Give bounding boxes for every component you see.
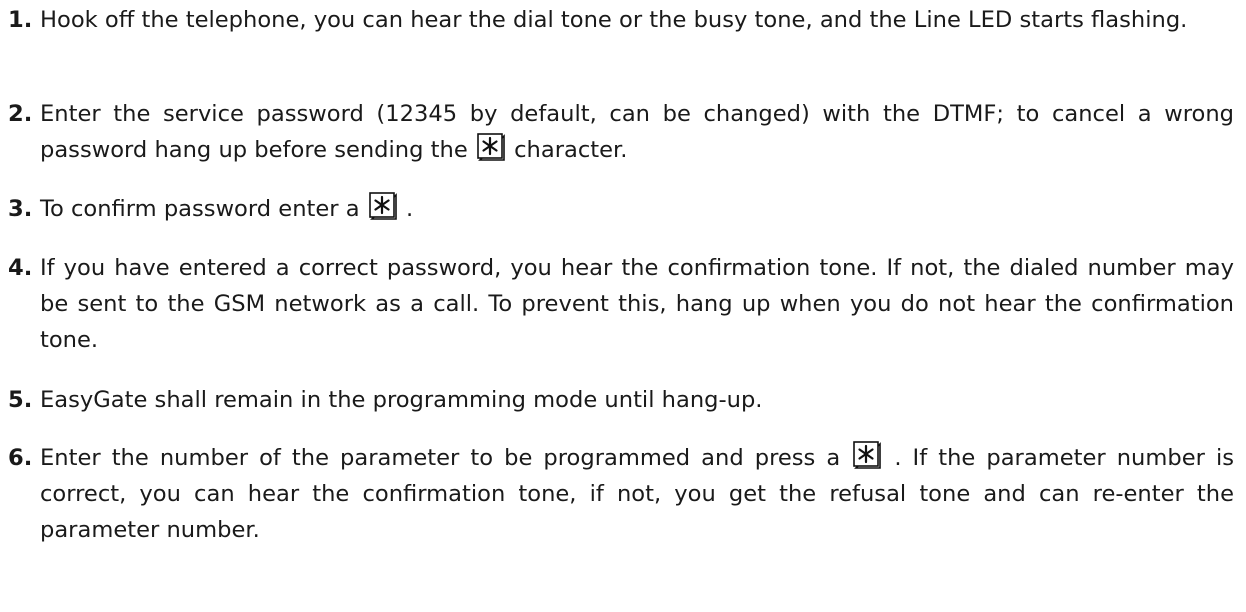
step-1: 1. Hook off the telephone, you can hear … xyxy=(8,2,1234,38)
step-text-part: . xyxy=(398,196,414,222)
step-6: 6. Enter the number of the parameter to … xyxy=(8,440,1234,548)
step-text-part: To confirm password enter a xyxy=(40,196,360,222)
star-key-icon xyxy=(477,133,505,161)
step-number: 5. xyxy=(8,387,33,413)
step-number: 4. xyxy=(8,255,33,281)
star-key-icon xyxy=(368,192,397,220)
step-text: Enter the service password (12345 by def… xyxy=(40,96,1234,168)
step-5: 5. EasyGate shall remain in the programm… xyxy=(8,382,1234,418)
step-text: Enter the number of the parameter to be … xyxy=(40,440,1234,548)
step-number: 1. xyxy=(8,7,33,33)
step-text-part: Enter the number of the parameter to be … xyxy=(40,445,841,471)
step-text: Hook off the telephone, you can hear the… xyxy=(40,7,1188,33)
step-number: 6. xyxy=(8,445,33,471)
step-number: 2. xyxy=(8,101,33,127)
step-2: 2. Enter the service password (12345 by … xyxy=(8,96,1234,168)
step-number: 3. xyxy=(8,196,33,222)
instruction-list: 1. Hook off the telephone, you can hear … xyxy=(0,0,1246,612)
step-text: If you have entered a correct password, … xyxy=(40,255,1234,353)
star-key-icon xyxy=(853,441,882,469)
step-text: To confirm password enter a . xyxy=(40,191,1234,227)
step-4: 4. If you have entered a correct passwor… xyxy=(8,250,1234,358)
step-3: 3. To confirm password enter a . xyxy=(8,191,1234,227)
step-text: EasyGate shall remain in the programming… xyxy=(40,387,763,413)
step-text-part: Enter the service password (12345 by def… xyxy=(40,101,1234,163)
step-text-part: character. xyxy=(506,137,628,163)
